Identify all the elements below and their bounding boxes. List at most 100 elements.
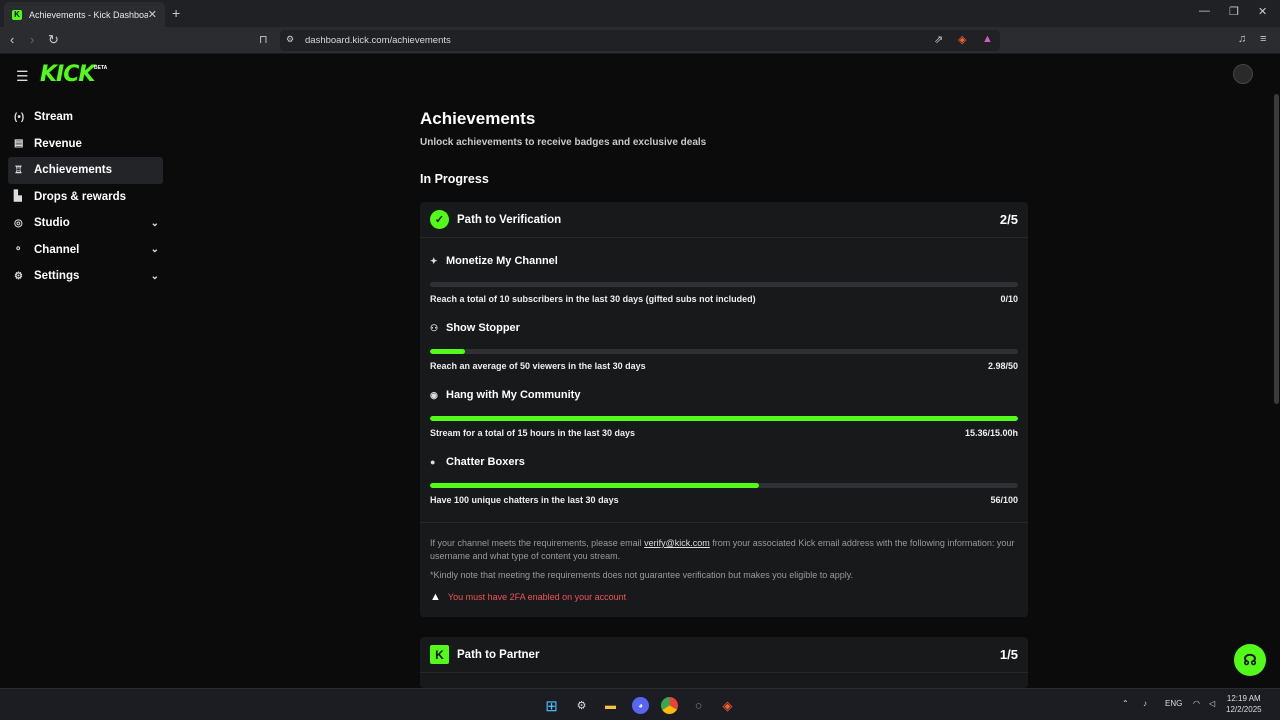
browser-tabbar: K Achievements - Kick Dashboard ✕ + — ❐ … [0, 0, 1280, 27]
progress-fill [430, 416, 1018, 421]
beta-badge: BETA [94, 65, 108, 71]
achievement-item: ⚇ Show Stopper Reach an average of 50 vie… [420, 305, 1028, 372]
achievement-desc: Stream for a total of 15 hours in the la… [430, 428, 636, 438]
achievement-title: Chatter Boxers [446, 456, 525, 468]
broadcast-icon: ◉ [430, 389, 438, 400]
tray-chevron-icon[interactable]: ⌃ [1122, 699, 1129, 708]
system-clock[interactable]: 12:19 AM 12/2/2025 [1226, 693, 1262, 715]
scrollbar[interactable] [1272, 54, 1280, 688]
sidebar-item-label: Stream [34, 111, 73, 124]
discord-icon[interactable]: ◕ [632, 697, 649, 714]
sidebar-item-revenue[interactable]: ▤ Revenue [8, 131, 163, 158]
achievement-value: 56/100 [990, 495, 1018, 505]
kick-badge-icon: K [430, 645, 449, 664]
bookmark-icon[interactable]: ⊓ [259, 33, 268, 46]
sidebar-item-studio[interactable]: ◎ Studio ⌄ [8, 210, 163, 237]
broadcast-icon: (•) [14, 111, 25, 123]
windows-taskbar: ⊞ ⚙ ▬ ◕ ◌ ◈ ⌃ ♪ ENG ◠ ◁ 12:19 AM 12/2/20… [0, 688, 1280, 720]
sidebar-item-label: Drops & rewards [34, 190, 127, 203]
chevron-down-icon[interactable]: ⌄ [151, 271, 159, 282]
chevron-down-icon[interactable]: ⌄ [151, 244, 159, 255]
window-close-icon[interactable]: ✕ [1258, 5, 1267, 18]
people-icon: ⚇ [430, 322, 439, 333]
microphone-icon[interactable]: ♪ [1143, 699, 1147, 708]
media-icon[interactable]: ♫ [1238, 33, 1246, 45]
language-indicator[interactable]: ENG [1165, 699, 1182, 708]
channel-icon: ⚬ [14, 244, 23, 256]
site-info-icon[interactable]: ⚙ [286, 34, 294, 45]
steam-icon[interactable]: ⚙ [573, 697, 590, 714]
achievement-item: ◉ Hang with My Community Stream for a tot… [420, 372, 1028, 439]
chevron-down-icon[interactable]: ⌄ [151, 218, 159, 229]
section-title: In Progress [420, 172, 489, 186]
sidebar-item-label: Achievements [34, 164, 112, 177]
wifi-icon[interactable]: ◠ [1193, 699, 1200, 708]
scroll-thumb[interactable] [1274, 94, 1279, 404]
kick-logo[interactable]: KICK [40, 62, 95, 87]
restore-icon[interactable]: ❐ [1229, 5, 1239, 18]
card-title: Path to Verification [457, 213, 562, 226]
reload-icon[interactable]: ↻ [48, 32, 59, 48]
tab-close-icon[interactable]: ✕ [148, 8, 157, 21]
hamburger-menu-icon[interactable]: ☰ [16, 68, 29, 85]
volume-icon[interactable]: ◁ [1209, 699, 1215, 708]
progress-bar [430, 282, 1018, 287]
sidebar-item-label: Settings [34, 270, 80, 283]
new-tab-button[interactable]: + [172, 5, 180, 21]
brave-shield-icon[interactable]: ◈ [958, 33, 966, 46]
sidebar-item-drops[interactable]: ▙ Drops & rewards [8, 184, 163, 211]
windows-start-icon[interactable]: ⊞ [543, 697, 560, 715]
achievement-desc: Reach an average of 50 viewers in the la… [430, 361, 646, 371]
sidebar-item-channel[interactable]: ⚬ Channel ⌄ [8, 237, 163, 264]
page-subtitle: Unlock achievements to receive badges an… [420, 137, 707, 148]
forward-icon[interactable]: › [30, 32, 34, 47]
brave-rewards-icon[interactable]: ▲ [982, 33, 993, 45]
verification-info: If your channel meets the requirements, … [420, 522, 1028, 617]
info-note: *Kindly note that meeting the requiremen… [430, 570, 854, 580]
kick-favicon-icon: K [12, 9, 22, 20]
sidebar-item-achievements[interactable]: ♖ Achievements [8, 157, 163, 184]
brave-icon[interactable]: ◈ [719, 697, 736, 714]
obs-icon[interactable]: ◌ [690, 697, 707, 714]
achievement-item: ✦ Monetize My Channel Reach a total of 10… [420, 238, 1028, 305]
address-bar[interactable]: dashboard.kick.com/achievements [280, 30, 1000, 51]
warning-icon: ▲ [430, 591, 441, 603]
clock-date: 12/2/2025 [1226, 705, 1262, 714]
sidebar-item-settings[interactable]: ⚙ Settings ⌄ [8, 263, 163, 290]
sidebar-item-label: Revenue [34, 137, 82, 150]
partner-card: K Path to Partner 1/5 [420, 637, 1028, 688]
headset-icon: ☊ [1243, 652, 1257, 669]
verify-email-link[interactable]: verify@kick.com [644, 538, 710, 548]
achievement-value: 15.36/15.00h [964, 428, 1018, 438]
share-icon[interactable]: ⇗ [934, 33, 943, 46]
achievement-item: ● Chatter Boxers Have 100 unique chatters… [420, 439, 1028, 506]
sidebar-item-stream[interactable]: (•) Stream [8, 104, 163, 131]
back-icon[interactable]: ‹ [10, 32, 14, 47]
chrome-icon[interactable] [661, 697, 678, 714]
url-text: dashboard.kick.com/achievements [305, 35, 451, 46]
card-header[interactable]: ✓ Path to Verification 2/5 [420, 202, 1028, 238]
studio-icon: ◎ [14, 217, 23, 229]
sidebar-item-label: Channel [34, 243, 80, 256]
verification-card: ✓ Path to Verification 2/5 ✦ Monetize My … [420, 202, 1028, 617]
verified-badge-icon: ✓ [430, 210, 449, 229]
minimize-icon[interactable]: — [1199, 5, 1210, 17]
card-header[interactable]: K Path to Partner 1/5 [420, 637, 1028, 673]
card-count: 2/5 [999, 212, 1018, 227]
progress-fill [430, 483, 760, 488]
avatar[interactable] [1233, 64, 1253, 84]
gear-icon: ⚙ [14, 270, 23, 282]
browser-menu-icon[interactable]: ≡ [1260, 33, 1266, 45]
warning-text: You must have 2FA enabled on your accoun… [447, 592, 627, 602]
revenue-icon: ▤ [14, 138, 24, 150]
browser-tab[interactable]: K Achievements - Kick Dashboard ✕ [4, 2, 165, 27]
sidebar-item-label: Studio [34, 217, 70, 230]
help-button[interactable]: ☊ [1234, 644, 1266, 676]
card-title: Path to Partner [457, 648, 540, 661]
achievement-title: Hang with My Community [446, 389, 581, 401]
achievement-value: 2.98/50 [987, 361, 1018, 371]
progress-bar [430, 416, 1018, 421]
info-text: If your channel meets the requirements, … [430, 537, 1018, 563]
trophy-icon: ♖ [14, 164, 23, 176]
file-explorer-icon[interactable]: ▬ [602, 697, 619, 714]
